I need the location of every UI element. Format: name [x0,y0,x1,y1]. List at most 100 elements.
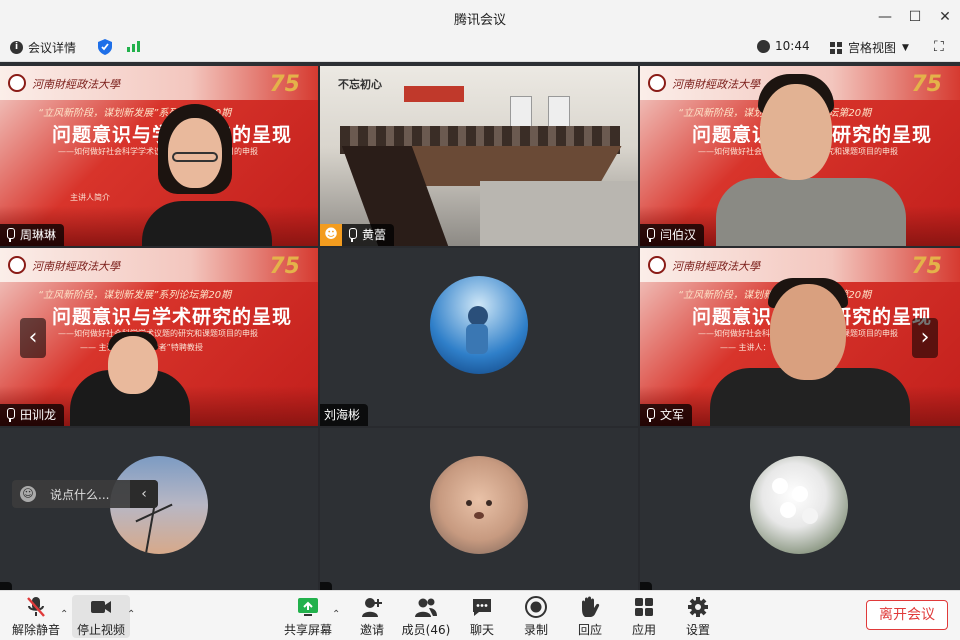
slide-school-name: 河南財經政法大學 [672,260,760,273]
video-tile-participant[interactable]: 不忘初心 ☻ 黄蕾 [320,66,638,246]
participant-name-tag: 文军 [640,404,693,426]
participant-avatar [750,456,848,554]
room-sign-text: 不忘初心 [338,78,382,91]
video-camera-icon [89,595,113,619]
apps-grid-icon [632,595,656,619]
school-logo-icon [8,256,26,274]
meeting-timer: 10:44 [757,39,810,53]
video-tile-participant[interactable] [320,428,638,590]
slide-title: 问题意识与学术研究的呈现 [52,306,293,328]
video-tile-participant[interactable]: 刘海彬 [320,248,638,426]
clock-icon [757,39,770,53]
minimize-button[interactable]: — [874,6,896,28]
meeting-infobar: i 会议详情 10:44 宫格视图 ▼ ⛶ [0,34,960,62]
meeting-details-button[interactable]: i 会议详情 [10,39,76,56]
grid-view-icon [830,41,842,54]
participant-name-tag: ☻ 黄蕾 [320,224,395,246]
meeting-time: 10:44 [775,39,810,53]
slide-host-intro: 主讲人简介 [70,193,110,202]
microphone-icon [4,408,16,422]
share-screen-icon [296,595,320,619]
participant-name-tag: 周琳琳 [0,224,65,246]
unmute-button[interactable]: 解除静音 [4,595,68,638]
participant-name-tag [640,582,652,590]
participant-name: 黄蕾 [362,228,387,242]
microphone-muted-icon [4,228,16,242]
record-label: 录制 [523,623,548,637]
security-shield-icon[interactable] [98,39,112,55]
unmute-label: 解除静音 [11,623,60,637]
microphone-icon [346,228,358,242]
participant-name-tag: 闫伯汉 [640,224,705,246]
chat-bubble-icon [470,595,494,619]
participant-name-tag: 田训龙 [0,404,65,426]
view-mode-label: 宫格视图 [848,41,897,55]
participant-name: 闫伯汉 [660,228,697,242]
video-tile-participant[interactable]: 河南財經政法大學 75 “立风新阶段，谋划新发展”系列论坛第20期 问题意识与学… [0,66,318,246]
school-logo-icon [648,256,666,274]
record-icon [524,595,548,619]
maximize-button[interactable]: ☐ [904,6,926,28]
microphone-icon [644,228,656,242]
chat-label: 聊天 [469,623,494,637]
network-signal-icon[interactable] [126,39,142,53]
microphone-icon [644,408,656,422]
participant-name-tag: 刘海彬 [320,404,369,426]
share-screen-label: 共享屏幕 [283,623,332,637]
slide-anniversary: 75 [269,72,300,97]
slide-subtitle: ——如何做好社会科学学术议题的研究和课题项目的申报 [58,329,258,338]
meeting-details-label: 会议详情 [28,41,77,55]
school-logo-icon [648,74,666,92]
chat-placeholder: 说点什么... [50,488,110,502]
members-label: 成员(46) [401,623,451,637]
invite-label: 邀请 [359,623,384,637]
share-screen-button[interactable]: 共享屏幕 [276,595,340,638]
video-tile-participant[interactable]: 河南財經政法大學 75 “立风新阶段，谋划新发展”系列论坛第20期 问题意识与学… [0,248,318,426]
fullscreen-icon[interactable]: ⛶ [934,39,944,55]
members-icon [414,595,438,619]
info-icon: i [10,41,23,54]
video-tile-active-speaker[interactable]: 河南財經政法大學 75 “立风新阶段，谋划新发展”系列论坛第20期 问题意识与学… [640,248,960,426]
quick-chat-input[interactable]: ☺ 说点什么... ‹ [12,480,158,508]
next-page-button[interactable]: › [912,318,938,358]
slide-school-name: 河南財經政法大學 [32,260,120,273]
participant-name: 刘海彬 [324,408,361,422]
slide-anniversary: 75 [911,254,942,279]
audio-options-chevron-icon[interactable]: ⌃ [60,609,68,620]
slide-school-name: 河南財經政法大學 [32,78,120,91]
video-tile-participant[interactable] [0,428,318,590]
previous-page-button[interactable]: ‹ [20,318,46,358]
settings-label: 设置 [685,623,710,637]
members-button[interactable]: 成员(46) [394,595,458,638]
slide-anniversary: 75 [911,72,942,97]
gear-icon [686,595,710,619]
collapse-chevron-icon[interactable]: ‹ [130,480,158,508]
participant-name: 文军 [660,408,685,422]
chevron-down-icon: ▼ [902,42,909,53]
emoji-icon[interactable]: ☺ [20,486,36,502]
close-button[interactable]: ✕ [934,6,956,28]
participant-avatar [430,276,528,374]
window-title: 腾讯会议 [453,13,506,28]
slide-school-name: 河南財經政法大學 [672,78,760,91]
participant-name: 田训龙 [20,408,57,422]
video-tile-participant[interactable]: 河南財經政法大學 75 “立风新阶段，谋划新发展”系列论坛第20期 问题意识与学… [640,66,960,246]
settings-button[interactable]: 设置 [666,595,730,638]
meeting-toolbar: 解除静音 ⌃ 停止视频 ⌃ 共享屏幕 ⌃ 邀请 成员(46) 聊天 录制 回应 … [0,590,960,640]
window-titlebar: 腾讯会议 — ☐ ✕ [0,0,960,34]
leave-meeting-button[interactable]: 离开会议 [866,600,948,630]
reactions-label: 回应 [577,623,602,637]
stop-video-button[interactable]: 停止视频 [72,595,130,638]
microphone-muted-icon [24,595,48,619]
view-mode-dropdown[interactable]: 宫格视图 ▼ [830,39,909,56]
school-logo-icon [8,74,26,92]
stop-video-label: 停止视频 [76,623,125,637]
participant-name-tag [0,582,12,590]
video-tile-participant[interactable] [640,428,960,590]
slide-anniversary: 75 [269,254,300,279]
add-user-icon [360,595,384,619]
person-avatar-icon: ☻ [320,224,342,246]
slide-series: “立风新阶段，谋划新发展”系列论坛第20期 [38,290,232,301]
video-options-chevron-icon[interactable]: ⌃ [127,609,135,620]
apps-label: 应用 [631,623,656,637]
